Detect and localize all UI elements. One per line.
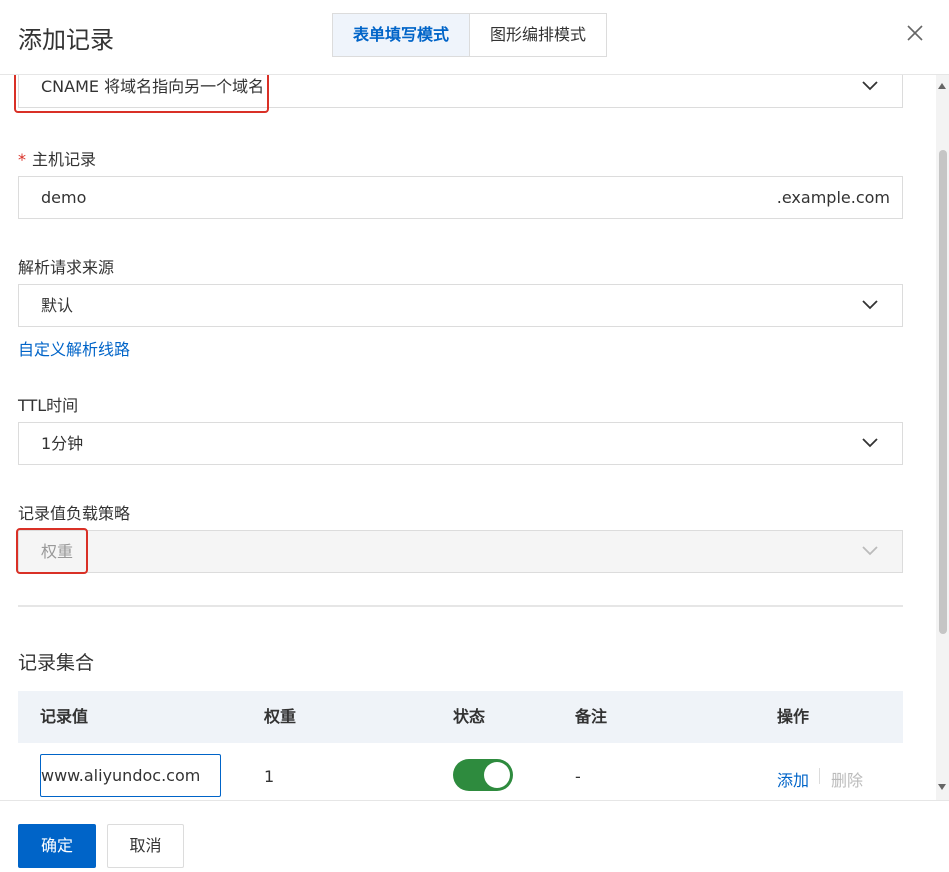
chevron-down-icon	[862, 546, 878, 556]
tab-form-mode[interactable]: 表单填写模式	[333, 14, 471, 56]
vertical-scrollbar[interactable]	[936, 75, 949, 800]
resolution-source-value: 默认	[41, 296, 74, 315]
dialog-title: 添加记录	[18, 26, 114, 54]
highlight-box-load-strategy	[16, 528, 88, 574]
delete-row-link[interactable]: 删除	[831, 767, 863, 791]
host-record-input[interactable]: demo .example.com	[18, 176, 903, 219]
cancel-button[interactable]: 取消	[107, 824, 184, 868]
action-separator	[819, 768, 820, 784]
resolution-source-label: 解析请求来源	[18, 258, 115, 277]
ttl-label: TTL时间	[18, 396, 79, 415]
chevron-down-icon	[862, 300, 878, 310]
record-set-title: 记录集合	[18, 652, 95, 674]
dialog-header: 添加记录 表单填写模式 图形编排模式	[0, 0, 949, 75]
required-mark: *	[18, 150, 26, 169]
section-divider	[18, 605, 903, 607]
column-header-value: 记录值	[40, 707, 89, 726]
confirm-button[interactable]: 确定	[18, 824, 96, 868]
status-toggle[interactable]	[453, 759, 513, 791]
dialog-footer: 确定 取消	[0, 800, 949, 872]
column-header-remark: 备注	[575, 707, 608, 726]
ttl-select[interactable]: 1分钟	[18, 422, 903, 465]
load-strategy-label: 记录值负载策略	[18, 504, 131, 523]
host-record-label: * 主机记录	[18, 146, 96, 170]
table-header: 记录值 权重 状态 备注 操作	[18, 691, 903, 743]
table-row: www.aliyundoc.com 1 - 添加 删除	[18, 743, 903, 800]
add-row-link[interactable]: 添加	[777, 767, 809, 791]
mode-switcher: 表单填写模式 图形编排模式	[332, 13, 608, 57]
custom-line-link[interactable]: 自定义解析线路	[18, 336, 130, 360]
close-icon[interactable]	[904, 22, 926, 44]
toggle-knob	[484, 762, 510, 788]
chevron-down-icon	[862, 81, 878, 91]
scroll-up-arrow-icon[interactable]	[938, 83, 946, 89]
tab-graph-mode[interactable]: 图形编排模式	[470, 14, 607, 56]
dialog-body: CNAME 将域名指向另一个域名 * 主机记录 demo .example.com…	[0, 75, 936, 800]
column-header-actions: 操作	[777, 707, 810, 726]
chevron-down-icon	[862, 438, 878, 448]
record-value-input[interactable]: www.aliyundoc.com	[40, 754, 221, 797]
weight-value: 1	[264, 767, 275, 786]
domain-suffix: .example.com	[776, 188, 890, 207]
column-header-weight: 权重	[264, 707, 297, 726]
host-record-label-text: 主机记录	[32, 150, 97, 169]
record-value-text: www.aliyundoc.com	[41, 766, 201, 785]
highlight-box-record-type	[14, 75, 269, 113]
column-header-status: 状态	[453, 707, 486, 726]
resolution-source-select[interactable]: 默认	[18, 284, 903, 327]
host-record-value: demo	[41, 188, 87, 207]
scroll-thumb[interactable]	[939, 150, 947, 634]
ttl-value: 1分钟	[41, 434, 84, 453]
remark-value: -	[575, 767, 581, 786]
scroll-down-arrow-icon[interactable]	[938, 784, 946, 790]
load-strategy-select: 权重	[18, 530, 903, 573]
